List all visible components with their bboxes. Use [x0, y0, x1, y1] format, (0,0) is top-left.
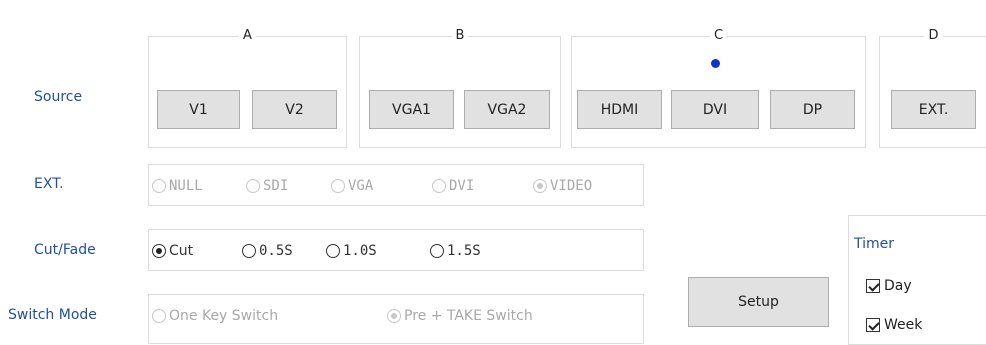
timer-title: Timer	[854, 236, 895, 252]
switch-mode-label: Switch Mode	[8, 307, 97, 323]
group-d: D EXT.	[879, 28, 986, 148]
group-c-title: C	[709, 28, 728, 43]
source-label: Source	[34, 89, 83, 105]
switch-mode-option-pre-take[interactable]: Pre + TAKE Switch	[387, 308, 533, 324]
source-button-v1[interactable]: V1	[157, 90, 240, 129]
switch-mode-options-box: One Key Switch Pre + TAKE Switch	[148, 294, 644, 344]
radio-circle	[152, 244, 166, 258]
radio-circle	[430, 244, 444, 258]
radio-circle	[242, 244, 256, 258]
source-button-vga1[interactable]: VGA1	[369, 90, 454, 129]
cutfade-options-box: Cut 0.5S 1.0S 1.5S	[148, 229, 644, 271]
radio-circle	[432, 179, 446, 193]
group-a-title: A	[239, 28, 256, 43]
cutfade-label: Cut/Fade	[34, 242, 96, 258]
check-icon	[866, 279, 880, 293]
check-icon	[866, 318, 880, 332]
radio-circle	[152, 179, 166, 193]
ext-option-vga[interactable]: VGA	[331, 178, 373, 194]
ext-option-null[interactable]: NULL	[152, 178, 203, 194]
setup-button[interactable]: Setup	[688, 277, 829, 327]
ext-option-sdi[interactable]: SDI	[246, 178, 288, 194]
timer-week-checkbox[interactable]: Week	[866, 317, 922, 333]
active-indicator-dot	[711, 59, 720, 68]
radio-circle	[152, 309, 166, 323]
group-b: B VGA1 VGA2	[359, 28, 561, 148]
timer-box: Timer Day Week	[848, 215, 986, 345]
radio-circle	[246, 179, 260, 193]
cutfade-option-1-0s[interactable]: 1.0S	[326, 243, 377, 259]
source-button-vga2[interactable]: VGA2	[464, 90, 550, 129]
radio-circle	[331, 179, 345, 193]
timer-day-checkbox[interactable]: Day	[866, 278, 912, 294]
source-button-ext[interactable]: EXT.	[891, 90, 976, 129]
cutfade-option-0-5s[interactable]: 0.5S	[242, 243, 293, 259]
source-button-dp[interactable]: DP	[770, 90, 855, 129]
source-button-dvi[interactable]: DVI	[671, 90, 759, 129]
ext-option-video[interactable]: VIDEO	[533, 178, 592, 194]
radio-circle	[533, 179, 547, 193]
source-button-v2[interactable]: V2	[252, 90, 337, 129]
switch-mode-option-one-key[interactable]: One Key Switch	[152, 308, 278, 324]
group-d-title: D	[924, 28, 943, 43]
group-a: A V1 V2	[148, 28, 347, 148]
group-b-title: B	[451, 28, 469, 43]
radio-circle	[326, 244, 340, 258]
cutfade-option-cut[interactable]: Cut	[152, 243, 193, 259]
source-button-hdmi[interactable]: HDMI	[577, 90, 662, 129]
ext-options-box: NULL SDI VGA DVI VIDEO	[148, 164, 644, 206]
cutfade-option-1-5s[interactable]: 1.5S	[430, 243, 481, 259]
group-c: C HDMI DVI DP	[571, 28, 866, 148]
radio-circle	[387, 309, 401, 323]
ext-option-dvi[interactable]: DVI	[432, 178, 474, 194]
ext-label: EXT.	[34, 176, 64, 192]
